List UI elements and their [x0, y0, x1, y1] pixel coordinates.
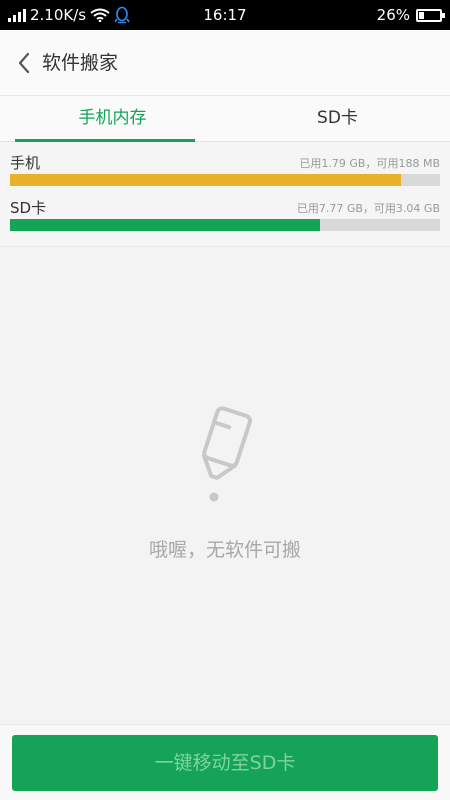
- tab-label: 手机内存: [78, 108, 147, 128]
- empty-state-text: 哦喔，无软件可搬: [148, 539, 301, 561]
- usage-fill: [10, 174, 402, 186]
- usage-fill: [10, 219, 320, 231]
- storage-tabs: 手机内存 SD卡: [0, 96, 450, 142]
- tab-label: SD卡: [317, 108, 358, 128]
- storage-info: 已用7.77 GB，可用3.04 GB: [296, 202, 440, 215]
- empty-bottle-icon: [201, 406, 253, 502]
- storage-info: 已用1.79 GB，可用188 MB: [299, 157, 440, 170]
- tab-phone-storage[interactable]: 手机内存: [0, 96, 225, 142]
- sd-usage-bar: [10, 219, 440, 231]
- chevron-left-icon: [18, 52, 30, 74]
- app-header: 软件搬家: [0, 30, 450, 96]
- bottom-bar: 一键移动至SD卡: [0, 724, 450, 800]
- status-right: 26%: [376, 0, 445, 30]
- phone-usage-bar: [10, 174, 440, 186]
- battery-percent: 26%: [376, 6, 410, 24]
- storage-label: 手机: [10, 154, 41, 172]
- move-to-sd-button[interactable]: 一键移动至SD卡: [12, 735, 438, 791]
- battery-icon: [416, 8, 445, 22]
- storage-label: SD卡: [10, 199, 47, 217]
- tab-sd-card[interactable]: SD卡: [225, 96, 450, 141]
- page-title: 软件搬家: [42, 52, 119, 74]
- status-bar: 2.10K/s 16:17 26%: [0, 0, 450, 30]
- back-button[interactable]: [12, 49, 36, 77]
- storage-usage-panel: 手机 已用1.79 GB，可用188 MB SD卡 已用7.77 GB，可用3.…: [0, 142, 450, 247]
